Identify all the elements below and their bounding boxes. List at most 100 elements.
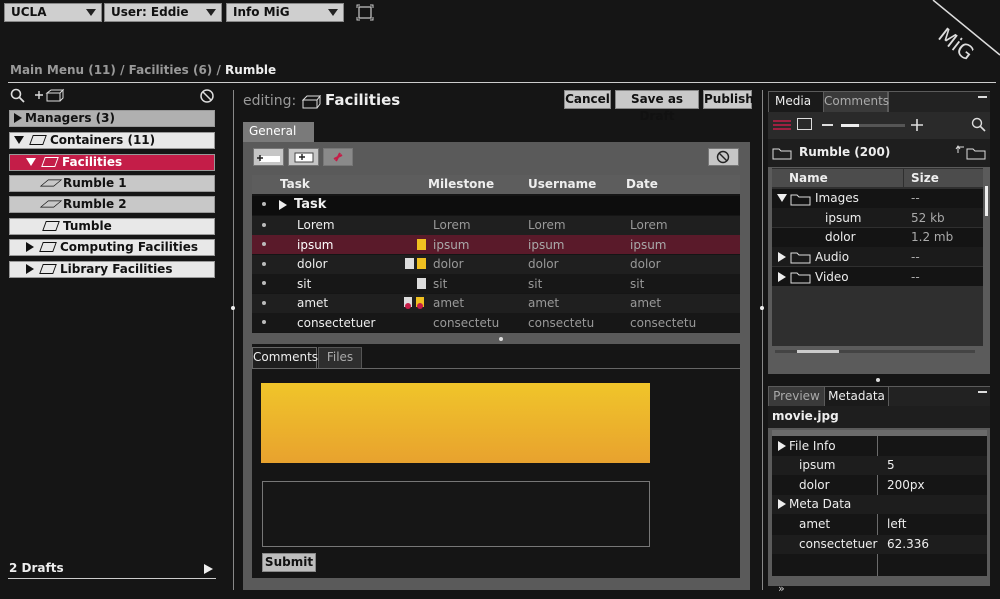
- user-value: User: Eddie: [111, 5, 189, 19]
- collapse-icon: [26, 158, 36, 166]
- document-icon[interactable]: [417, 278, 426, 289]
- column-header-milestone[interactable]: Milestone: [428, 177, 494, 191]
- column-header-task[interactable]: Task: [280, 177, 310, 191]
- breadcrumb-path[interactable]: Main Menu (11) / Facilities (6) /: [10, 63, 225, 77]
- publish-button[interactable]: Publish: [703, 90, 754, 109]
- save-draft-button[interactable]: Save as Draft: [615, 90, 699, 123]
- document-icon[interactable]: [417, 239, 426, 250]
- fullscreen-icon[interactable]: [356, 4, 374, 21]
- search-icon[interactable]: [971, 117, 986, 135]
- tab-media-comments[interactable]: Comments: [824, 92, 889, 112]
- list-item[interactable]: [772, 208, 983, 227]
- collapse-icon: [14, 136, 24, 144]
- tree-label: Facilities: [62, 155, 123, 169]
- drafts-label[interactable]: 2 Drafts: [9, 561, 64, 575]
- flat-container-icon: [39, 200, 63, 208]
- meta-value: 5: [887, 458, 895, 472]
- play-icon[interactable]: [204, 564, 213, 574]
- add-column-button[interactable]: [288, 148, 319, 166]
- zoom-in-icon[interactable]: [910, 118, 924, 135]
- tree-label: Computing Facilities: [60, 240, 199, 254]
- page-title: Facilities: [325, 91, 401, 109]
- splitter-handle[interactable]: [876, 378, 880, 382]
- attachment-icons[interactable]: [403, 297, 427, 309]
- expand-icon[interactable]: [778, 252, 786, 262]
- comment-textarea[interactable]: [262, 481, 650, 547]
- cell-milestone: Lorem: [433, 218, 471, 232]
- tab-files[interactable]: Files: [318, 347, 362, 368]
- tab-general[interactable]: General: [243, 122, 314, 143]
- user-select[interactable]: User: Eddie: [104, 3, 222, 22]
- tab-metadata[interactable]: Metadata: [825, 387, 888, 406]
- zoom-slider[interactable]: [841, 124, 905, 127]
- splitter-handle[interactable]: [231, 306, 235, 310]
- column-header-size[interactable]: Size: [904, 169, 983, 187]
- grid-view-icon[interactable]: [797, 118, 812, 130]
- bullet-icon: [262, 320, 266, 324]
- document-icon[interactable]: [417, 258, 426, 269]
- tab-media[interactable]: Media: [769, 92, 823, 112]
- tree-item-rumble-2[interactable]: Rumble 2: [9, 196, 215, 213]
- submit-button[interactable]: Submit: [262, 553, 316, 572]
- expand-more-icon[interactable]: »: [778, 582, 785, 595]
- add-container-icon[interactable]: [33, 88, 67, 106]
- expand-icon[interactable]: [778, 441, 786, 451]
- table-row[interactable]: [252, 274, 740, 293]
- folder-icon: [772, 146, 792, 163]
- search-icon[interactable]: [10, 88, 25, 106]
- add-row-button[interactable]: [253, 148, 284, 166]
- cancel-icon[interactable]: [199, 88, 215, 107]
- splitter-handle[interactable]: [499, 337, 503, 341]
- institution-select[interactable]: UCLA: [4, 3, 102, 22]
- info-select[interactable]: Info MiG: [226, 3, 344, 22]
- cancel-button[interactable]: Cancel: [564, 90, 611, 109]
- delete-button[interactable]: [323, 148, 353, 166]
- tree-item-managers[interactable]: Managers (3): [9, 110, 215, 127]
- expand-icon[interactable]: [279, 200, 287, 210]
- column-header-name[interactable]: Name: [772, 169, 903, 187]
- expand-icon: [14, 113, 22, 123]
- tree-item-library-facilities[interactable]: Library Facilities: [9, 261, 215, 278]
- document-icon[interactable]: [405, 258, 414, 269]
- file-name: dolor: [825, 230, 856, 244]
- file-name: Audio: [815, 250, 850, 264]
- list-view-icon[interactable]: [773, 118, 791, 135]
- container-icon: [301, 94, 322, 112]
- column-header-username[interactable]: Username: [528, 177, 596, 191]
- scrollbar-thumb[interactable]: [797, 350, 839, 353]
- splitter-right[interactable]: [762, 90, 763, 590]
- folder-title: Rumble (200): [799, 145, 891, 159]
- tree-item-computing-facilities[interactable]: Computing Facilities: [9, 239, 215, 256]
- bullet-icon: [262, 301, 266, 305]
- minimize-icon[interactable]: [978, 391, 987, 393]
- container-icon: [42, 221, 60, 231]
- section-file-info[interactable]: File Info: [789, 439, 836, 453]
- cell-username: sit: [528, 277, 543, 291]
- horizontal-scrollbar[interactable]: [775, 350, 975, 353]
- column-header-date[interactable]: Date: [626, 177, 658, 191]
- vertical-scrollbar[interactable]: [985, 186, 988, 216]
- folder-up-icon[interactable]: [955, 144, 989, 163]
- minimize-icon[interactable]: [978, 96, 987, 98]
- section-meta-data[interactable]: Meta Data: [789, 497, 851, 511]
- file-title: movie.jpg: [772, 409, 839, 423]
- expand-icon[interactable]: [778, 272, 786, 282]
- flat-container-icon: [39, 179, 63, 187]
- collapse-icon[interactable]: [777, 194, 787, 202]
- tree-item-containers[interactable]: Containers (11): [9, 132, 215, 149]
- cell-task: consectetuer: [297, 316, 376, 330]
- tree-item-tumble[interactable]: Tumble: [9, 218, 215, 235]
- expand-icon[interactable]: [778, 499, 786, 509]
- file-name: ipsum: [825, 211, 862, 225]
- splitter-left[interactable]: [233, 90, 234, 590]
- tab-comments[interactable]: Comments: [252, 347, 318, 368]
- cell-username: ipsum: [528, 238, 565, 252]
- tree-item-facilities[interactable]: Facilities: [9, 154, 215, 171]
- zoom-out-icon[interactable]: [822, 124, 833, 126]
- cell-date: consectetu: [630, 316, 697, 330]
- splitter-handle[interactable]: [760, 306, 764, 310]
- meta-value: 200px: [887, 478, 925, 492]
- cancel-icon[interactable]: [708, 148, 739, 166]
- tree-item-rumble-1[interactable]: Rumble 1: [9, 175, 215, 192]
- tab-preview[interactable]: Preview: [769, 387, 824, 406]
